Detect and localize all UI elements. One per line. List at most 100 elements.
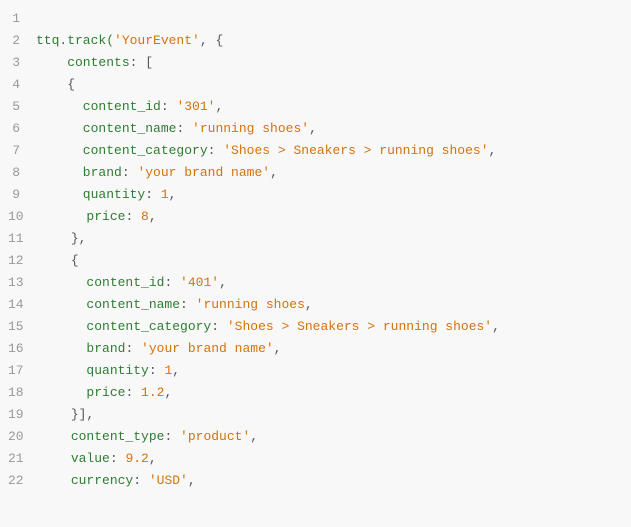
code-line: 13 content_id: '401', — [0, 272, 631, 294]
line-number: 2 — [8, 30, 36, 52]
token-punctuation: : — [164, 429, 180, 444]
line-content: }], — [40, 404, 623, 426]
token-punctuation: : — [180, 297, 196, 312]
token-key: content_id — [36, 99, 161, 114]
line-number: 17 — [8, 360, 40, 382]
code-line: 16 brand: 'your brand name', — [0, 338, 631, 360]
line-content: content_category: 'Shoes > Sneakers > ru… — [36, 140, 623, 162]
token-punctuation: : [ — [130, 55, 153, 70]
token-number: 8 — [141, 209, 149, 224]
token-punctuation: : — [125, 385, 141, 400]
line-content: ttq.track('YourEvent', { — [36, 30, 623, 52]
code-line: 6 content_name: 'running shoes', — [0, 118, 631, 140]
token-string: '301' — [176, 99, 215, 114]
code-line: 8 brand: 'your brand name', — [0, 162, 631, 184]
token-punctuation: : — [208, 143, 224, 158]
line-content: content_id: '301', — [36, 96, 623, 118]
token-punctuation: , — [270, 165, 278, 180]
line-number: 9 — [8, 184, 36, 206]
line-content: content_type: 'product', — [40, 426, 623, 448]
line-number: 6 — [8, 118, 36, 140]
token-key: price — [40, 209, 126, 224]
line-content: currency: 'USD', — [40, 470, 623, 492]
line-content: content_name: 'running shoes, — [40, 294, 623, 316]
line-content: { — [36, 74, 623, 96]
token-string: 'running shoes' — [192, 121, 309, 136]
token-punctuation: , — [492, 319, 500, 334]
line-number: 21 — [8, 448, 40, 470]
line-number: 16 — [8, 338, 40, 360]
line-number: 3 — [8, 52, 36, 74]
code-container: 12ttq.track('YourEvent', {3 contents: [4… — [0, 0, 631, 527]
token-string: 'USD' — [149, 473, 188, 488]
line-content: contents: [ — [36, 52, 623, 74]
line-number: 20 — [8, 426, 40, 448]
token-key: value — [40, 451, 110, 466]
token-string: 'Shoes > Sneakers > running shoes' — [223, 143, 488, 158]
token-punctuation: , — [215, 99, 223, 114]
line-number: 14 — [8, 294, 40, 316]
token-punctuation: , — [219, 275, 227, 290]
token-key: content_name — [36, 121, 176, 136]
token-key: quantity — [36, 187, 145, 202]
code-line: 21 value: 9.2, — [0, 448, 631, 470]
token-punctuation: : — [122, 165, 138, 180]
token-punctuation: : — [125, 209, 141, 224]
line-content: value: 9.2, — [40, 448, 623, 470]
token-punctuation: { — [40, 253, 79, 268]
token-punctuation: : — [176, 121, 192, 136]
token-punctuation: : — [133, 473, 149, 488]
token-string: 'Shoes > Sneakers > running shoes' — [227, 319, 492, 334]
token-punctuation: , — [489, 143, 497, 158]
token-number: 1.2 — [141, 385, 164, 400]
line-number: 5 — [8, 96, 36, 118]
token-punctuation: : — [145, 187, 161, 202]
code-line: 18 price: 1.2, — [0, 382, 631, 404]
token-key: quantity — [40, 363, 149, 378]
line-number: 1 — [8, 8, 36, 30]
code-line: 15 content_category: 'Shoes > Sneakers >… — [0, 316, 631, 338]
line-content: brand: 'your brand name', — [40, 338, 623, 360]
token-punctuation: }, — [40, 231, 87, 246]
code-line: 9 quantity: 1, — [0, 184, 631, 206]
code-line: 10 price: 8, — [0, 206, 631, 228]
token-punctuation: , — [169, 187, 177, 202]
token-function-call: ttq.track( — [36, 33, 114, 48]
line-number: 19 — [8, 404, 40, 426]
line-number: 11 — [8, 228, 40, 250]
code-line: 7 content_category: 'Shoes > Sneakers > … — [0, 140, 631, 162]
line-content: content_id: '401', — [40, 272, 623, 294]
code-line: 11 }, — [0, 228, 631, 250]
token-key: brand — [36, 165, 122, 180]
line-content: brand: 'your brand name', — [36, 162, 623, 184]
token-string: 'your brand name' — [141, 341, 274, 356]
token-punctuation: , — [250, 429, 258, 444]
line-content: price: 1.2, — [40, 382, 623, 404]
line-number: 13 — [8, 272, 40, 294]
token-number: 1 — [161, 187, 169, 202]
code-line: 2ttq.track('YourEvent', { — [0, 30, 631, 52]
token-key: content_category — [36, 143, 208, 158]
line-content: quantity: 1, — [36, 184, 623, 206]
token-punctuation: }], — [40, 407, 95, 422]
line-content: content_name: 'running shoes', — [36, 118, 623, 140]
code-line: 14 content_name: 'running shoes, — [0, 294, 631, 316]
token-punctuation: : — [110, 451, 126, 466]
token-punctuation: , — [274, 341, 282, 356]
line-number: 18 — [8, 382, 40, 404]
line-number: 7 — [8, 140, 36, 162]
code-line: 20 content_type: 'product', — [0, 426, 631, 448]
line-content: price: 8, — [40, 206, 623, 228]
token-punctuation: , — [149, 209, 157, 224]
token-punctuation: , — [188, 473, 196, 488]
token-string: 'YourEvent' — [114, 33, 200, 48]
line-content: }, — [40, 228, 623, 250]
token-key: content_id — [40, 275, 165, 290]
line-number: 10 — [8, 206, 40, 228]
token-string: 'product' — [180, 429, 250, 444]
line-content: { — [40, 250, 623, 272]
token-punctuation: , — [172, 363, 180, 378]
token-punctuation: : — [211, 319, 227, 334]
token-string: 'running shoes — [196, 297, 305, 312]
code-line: 19 }], — [0, 404, 631, 426]
